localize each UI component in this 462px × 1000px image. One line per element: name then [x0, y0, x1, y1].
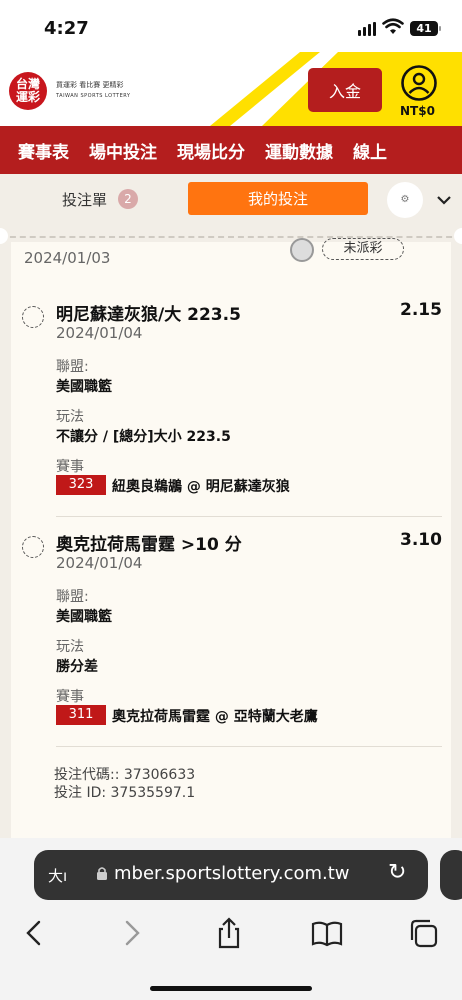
deposit-button[interactable]: 入金 — [308, 68, 382, 112]
play-label: 玩法 — [56, 639, 84, 655]
bookmarks-icon[interactable] — [310, 916, 344, 950]
bet-code: 投注代碼:: 37306633 — [54, 767, 196, 783]
back-icon[interactable] — [18, 916, 52, 950]
league-value: 美國職籃 — [56, 609, 112, 625]
tagline-english: TAIWAN SPORTS LOTTERY — [56, 93, 131, 99]
url-text[interactable]: mber.sportslottery.com.tw — [114, 863, 350, 884]
bet-slip-tab[interactable]: 投注單 — [62, 189, 107, 210]
bet-status-circle-icon — [22, 536, 44, 558]
league-label: 聯盟: — [56, 359, 89, 375]
brand-tagline: 買運彩 看比賽 更精彩 TAIWAN SPORTS LOTTERY — [56, 80, 130, 102]
address-bar[interactable]: 大ı mber.sportslottery.com.tw ↻ — [34, 850, 428, 900]
brand-logo[interactable]: 台灣 運彩 — [9, 72, 47, 110]
bet-slip-bar: 投注單 2 我的投注 ⚙ — [0, 174, 462, 224]
user-icon[interactable] — [400, 64, 438, 102]
reload-icon[interactable]: ↻ — [388, 860, 406, 885]
bet-date: 2024/01/04 — [56, 554, 143, 572]
event-matchup: 奧克拉荷馬雷霆 @ 亞特蘭大老鷹 — [112, 709, 318, 725]
reader-options-button[interactable]: 大ı — [48, 865, 67, 886]
league-value: 美國職籃 — [56, 379, 112, 395]
bet-status-circle-icon — [22, 306, 44, 328]
event-number-badge: 323 — [56, 475, 106, 495]
bet-odds: 2.15 — [400, 300, 442, 320]
play-value: 勝分差 — [56, 659, 98, 675]
event-number-badge: 311 — [56, 705, 106, 725]
league-label: 聯盟: — [56, 589, 89, 605]
signal-icon — [358, 22, 376, 36]
wifi-icon — [382, 18, 404, 34]
bet-id: 投注 ID: 37535597.1 — [54, 785, 196, 801]
nav-item-online[interactable]: 線上 — [353, 138, 387, 163]
event-label: 賽事 — [56, 459, 84, 475]
battery-icon: 41 — [410, 21, 441, 36]
unsettled-tag: 未派彩 — [322, 238, 404, 260]
home-indicator — [150, 986, 312, 991]
bet-date: 2024/01/04 — [56, 324, 143, 342]
event-matchup: 紐奧良鵜鶘 @ 明尼蘇達灰狼 — [112, 479, 290, 495]
bet-selection: 明尼蘇達灰狼/大 223.5 — [56, 305, 241, 325]
bet-odds: 3.10 — [400, 530, 442, 550]
clock: 4:27 — [44, 18, 89, 39]
play-value: 不讓分 / [總分]大小 223.5 — [56, 429, 231, 445]
divider — [56, 746, 442, 747]
status-bar: 4:27 41 — [0, 0, 462, 52]
status-icon — [290, 238, 314, 262]
event-label: 賽事 — [56, 689, 84, 705]
play-label: 玩法 — [56, 409, 84, 425]
main-nav: 賽事表 場中投注 現場比分 運動數據 線上 — [0, 126, 462, 174]
ticket-notch — [454, 228, 462, 244]
nav-item-live-score[interactable]: 現場比分 — [177, 138, 245, 163]
share-icon[interactable] — [212, 916, 246, 950]
tagline-text: 買運彩 看比賽 更精彩 — [56, 81, 124, 89]
chevron-down-icon[interactable] — [436, 190, 452, 210]
nav-item-live-betting[interactable]: 場中投注 — [89, 138, 157, 163]
tabs-icon[interactable] — [406, 916, 440, 950]
bet-selection: 奧克拉荷馬雷霆 >10 分 — [56, 535, 242, 555]
balance: NT$0 — [400, 104, 435, 118]
browser-toolbar: 大ı mber.sportslottery.com.tw ↻ — [0, 838, 462, 1000]
lock-icon — [97, 867, 107, 880]
divider — [56, 516, 442, 517]
my-bets-panel: 未派彩 2024/01/03 明尼蘇達灰狼/大 223.5 2.15 2024/… — [0, 224, 462, 838]
bet-slip-count-badge: 2 — [118, 189, 138, 209]
ticket-notch — [0, 228, 8, 244]
forward-icon[interactable] — [114, 916, 148, 950]
previous-bet-date: 2024/01/03 — [24, 249, 111, 267]
my-bets-button[interactable]: 我的投注 — [188, 182, 368, 215]
nav-item-sports-data[interactable]: 運動數據 — [265, 138, 333, 163]
settings-gear-icon[interactable]: ⚙ — [387, 182, 423, 218]
next-tab-preview[interactable] — [440, 850, 462, 900]
nav-item-schedule[interactable]: 賽事表 — [18, 138, 69, 163]
